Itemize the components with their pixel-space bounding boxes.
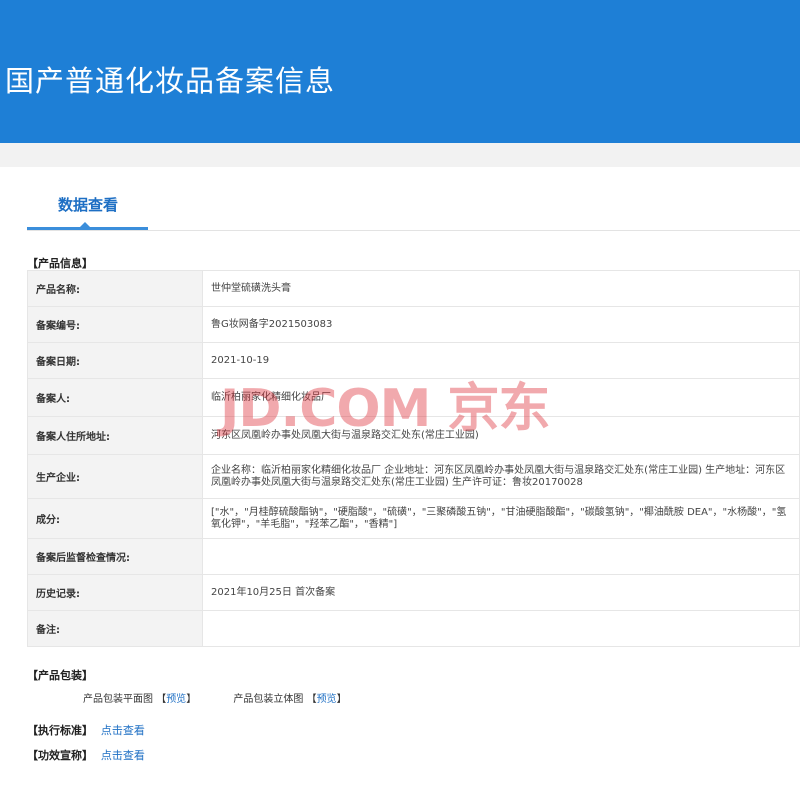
row-value: 2021年10月25日 首次备案 [202, 574, 800, 611]
row-label: 备案人住所地址: [27, 416, 203, 455]
page-title: 国产普通化妆品备案信息 [5, 64, 336, 98]
section-title-packaging: 【产品包装】 [27, 669, 93, 682]
row-label: 备案编号: [27, 306, 203, 343]
table-row: 成分: ["水"，"月桂醇硫酸酯钠"，"硬脂酸"，"硫磺"，"三聚磷酸五钠"，"… [27, 498, 800, 539]
row-value [202, 538, 800, 575]
row-value: 世仲堂硫磺洗头膏 [202, 270, 800, 307]
row-value [202, 610, 800, 647]
bracket-open: 【 [156, 694, 167, 705]
packaging-flat-label: 产品包装平面图 [83, 694, 153, 705]
packaging-flat-item: 产品包装平面图 【预览】 [83, 690, 196, 705]
row-label: 备案日期: [27, 342, 203, 379]
row-value: 2021-10-19 [202, 342, 800, 379]
bracket-close: 】 [186, 694, 197, 705]
row-label: 成分: [27, 498, 203, 539]
row-value: 鲁G妆网备字2021503083 [202, 306, 800, 343]
table-row: 历史记录: 2021年10月25日 首次备案 [27, 574, 800, 611]
standard-title: 【执行标准】 [27, 724, 93, 737]
table-row: 备案人住所地址: 河东区凤凰岭办事处凤凰大街与温泉路交汇处东(常庄工业园) [27, 416, 800, 455]
table-row: 产品名称: 世仲堂硫磺洗头膏 [27, 270, 800, 307]
tab-divider [27, 230, 800, 231]
row-label: 备案后监督检查情况: [27, 538, 203, 575]
section-title-efficacy: 【功效宣称】 点击查看 [27, 747, 145, 763]
row-label: 产品名称: [27, 270, 203, 307]
efficacy-view-link[interactable]: 点击查看 [101, 749, 145, 762]
row-value: 河东区凤凰岭办事处凤凰大街与温泉路交汇处东(常庄工业园) [202, 416, 800, 455]
packaging-row: 产品包装平面图 【预览】 产品包装立体图 【预览】 [83, 690, 381, 705]
section-title-standard: 【执行标准】 点击查看 [27, 722, 145, 738]
row-label: 历史记录: [27, 574, 203, 611]
bracket-close: 】 [336, 694, 347, 705]
table-row: 备案人: 临沂柏丽家化精细化妆品厂 [27, 378, 800, 417]
row-label: 备案人: [27, 378, 203, 417]
row-value: ["水"，"月桂醇硫酸酯钠"，"硬脂酸"，"硫磺"，"三聚磷酸五钠"，"甘油硬脂… [202, 498, 800, 539]
table-row: 生产企业: 企业名称：临沂柏丽家化精细化妆品厂 企业地址：河东区凤凰岭办事处凤凰… [27, 454, 800, 499]
row-label: 备注: [27, 610, 203, 647]
standard-view-link[interactable]: 点击查看 [101, 724, 145, 737]
efficacy-title: 【功效宣称】 [27, 749, 93, 762]
row-value: 企业名称：临沂柏丽家化精细化妆品厂 企业地址：河东区凤凰岭办事处凤凰大街与温泉路… [202, 454, 800, 499]
page-header: 国产普通化妆品备案信息 [0, 0, 800, 143]
packaging-solid-preview-link[interactable]: 预览 [317, 694, 337, 705]
packaging-flat-preview-link[interactable]: 预览 [166, 694, 186, 705]
tab-data-view[interactable]: 数据查看 [58, 194, 118, 215]
row-label: 生产企业: [27, 454, 203, 499]
section-title-product-info: 【产品信息】 [27, 257, 93, 270]
table-row: 备案编号: 鲁G妆网备字2021503083 [27, 306, 800, 343]
table-row: 备案日期: 2021-10-19 [27, 342, 800, 379]
product-info-table: 产品名称: 世仲堂硫磺洗头膏 备案编号: 鲁G妆网备字2021503083 备案… [27, 270, 800, 647]
table-row: 备注: [27, 610, 800, 647]
row-value: 临沂柏丽家化精细化妆品厂 [202, 378, 800, 417]
bracket-open: 【 [306, 694, 317, 705]
table-row: 备案后监督检查情况: [27, 538, 800, 575]
packaging-solid-item: 产品包装立体图 【预览】 [233, 690, 346, 705]
packaging-solid-label: 产品包装立体图 [233, 694, 304, 705]
header-gap [0, 143, 800, 167]
